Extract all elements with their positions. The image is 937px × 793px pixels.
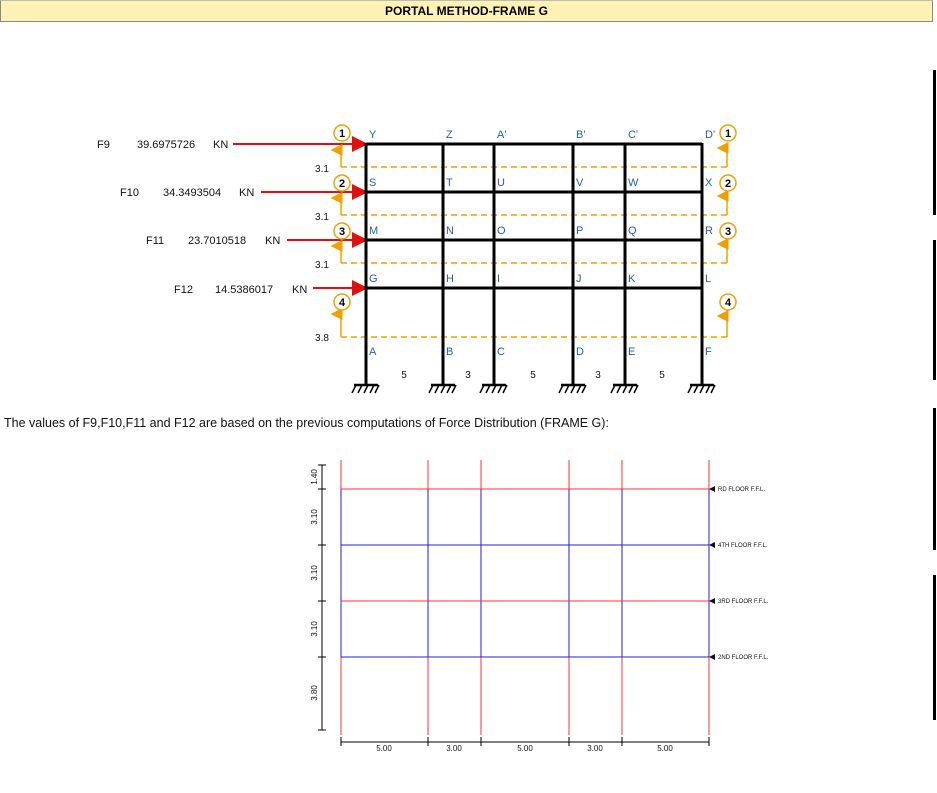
- level-marker-2: 2: [725, 178, 731, 190]
- node-label: O: [497, 225, 506, 237]
- node-label: Y: [369, 129, 377, 141]
- node-label: W: [628, 177, 639, 189]
- node-label: U: [497, 177, 505, 189]
- cad-floor-label: 3RD FLOOR F.F.L.: [718, 599, 769, 605]
- cad-hdim: 3.00: [446, 744, 462, 753]
- cad-vdim: 3.10: [310, 565, 319, 581]
- node-label: Q: [628, 225, 637, 237]
- level-marker-1: 1: [725, 128, 731, 140]
- cad-hdim: 5.00: [376, 744, 392, 753]
- bay-width: 3: [595, 370, 601, 381]
- story-height: 3.8: [315, 333, 329, 344]
- node-label: V: [576, 177, 584, 189]
- node-label: A: [369, 346, 377, 358]
- cad-vdim: 3.10: [310, 621, 319, 637]
- node-label: X: [705, 177, 713, 189]
- node-label: C: [497, 346, 505, 358]
- story-height: 3.1: [315, 212, 329, 223]
- node-label: J: [576, 273, 582, 285]
- level-markers-left: 1 2 3 4: [333, 124, 351, 311]
- bay-width: 3: [465, 370, 471, 381]
- cad-hdim: 3.00: [587, 744, 603, 753]
- node-label: B: [446, 346, 453, 358]
- node-label: C': [628, 129, 638, 141]
- node-label: R: [705, 225, 713, 237]
- level-marker-3: 3: [339, 226, 345, 238]
- node-label: T: [446, 177, 453, 189]
- level-marker-1: 1: [339, 128, 345, 140]
- story-height: 3.1: [315, 260, 329, 271]
- cad-vdim: 3.10: [310, 509, 319, 525]
- cad-hdim: 5.00: [657, 744, 673, 753]
- level-marker-4: 4: [725, 297, 732, 309]
- cad-floor-labels: RD FLOOR F.F.L. 4TH FLOOR F.F.L. 3RD FLO…: [709, 486, 769, 661]
- node-label: Z: [446, 129, 453, 141]
- cad-horizontal-dims: 5.00 3.00 5.00 3.00 5.00: [376, 744, 673, 753]
- node-label: K: [628, 273, 636, 285]
- fixed-supports: [351, 383, 716, 394]
- node-label: D': [705, 129, 715, 141]
- node-label: P: [576, 225, 583, 237]
- cad-grid-drawing: 1.40 3.10 3.10 3.10 3.80 RD FLOOR F.F.L.…: [310, 460, 769, 753]
- level-markers-right: 1 2 3 4: [719, 124, 737, 311]
- node-label: H: [446, 273, 454, 285]
- frame-members: [364, 142, 704, 385]
- node-label: F: [705, 346, 712, 358]
- cad-hdim: 5.00: [517, 744, 533, 753]
- portal-frame-diagram: 1 2 3 4 1 2 3 4 3.1 3.1 3.1 3.8 5 3 5 3 …: [233, 124, 737, 394]
- cad-red-verticals: [340, 460, 710, 735]
- cad-blue-verticals: [340, 489, 710, 657]
- bay-width: 5: [530, 370, 536, 381]
- cad-floor-lines: [341, 488, 709, 658]
- node-label: I: [497, 273, 500, 285]
- story-height: 3.1: [315, 164, 329, 175]
- bay-width: 5: [659, 370, 665, 381]
- level-marker-3: 3: [725, 226, 731, 238]
- node-label: N: [446, 225, 454, 237]
- node-label: D: [576, 346, 584, 358]
- node-label: M: [369, 225, 378, 237]
- cad-vertical-dimension: [318, 464, 326, 731]
- node-label: S: [369, 177, 376, 189]
- node-label: E: [628, 346, 635, 358]
- level-marker-4: 4: [339, 297, 346, 309]
- cad-vdim: 3.80: [310, 685, 319, 701]
- cad-floor-label: 4TH FLOOR F.F.L.: [718, 543, 768, 549]
- node-label: L: [705, 273, 711, 285]
- cad-floor-label: 2ND FLOOR F.F.L.: [718, 655, 769, 661]
- node-label: B': [576, 129, 585, 141]
- bay-width: 5: [401, 370, 407, 381]
- node-label: A': [497, 129, 506, 141]
- cad-floor-label: RD FLOOR F.F.L.: [718, 487, 765, 493]
- cad-vertical-dims: 1.40 3.10 3.10 3.10 3.80: [310, 469, 319, 701]
- node-label: G: [369, 273, 378, 285]
- cad-vdim: 1.40: [310, 469, 319, 485]
- node-labels: Y Z A' B' C' D' S T U V W X M N O P Q R …: [369, 129, 715, 358]
- force-distribution-note: The values of F9,F10,F11 and F12 are bas…: [4, 416, 609, 430]
- level-marker-2: 2: [339, 178, 345, 190]
